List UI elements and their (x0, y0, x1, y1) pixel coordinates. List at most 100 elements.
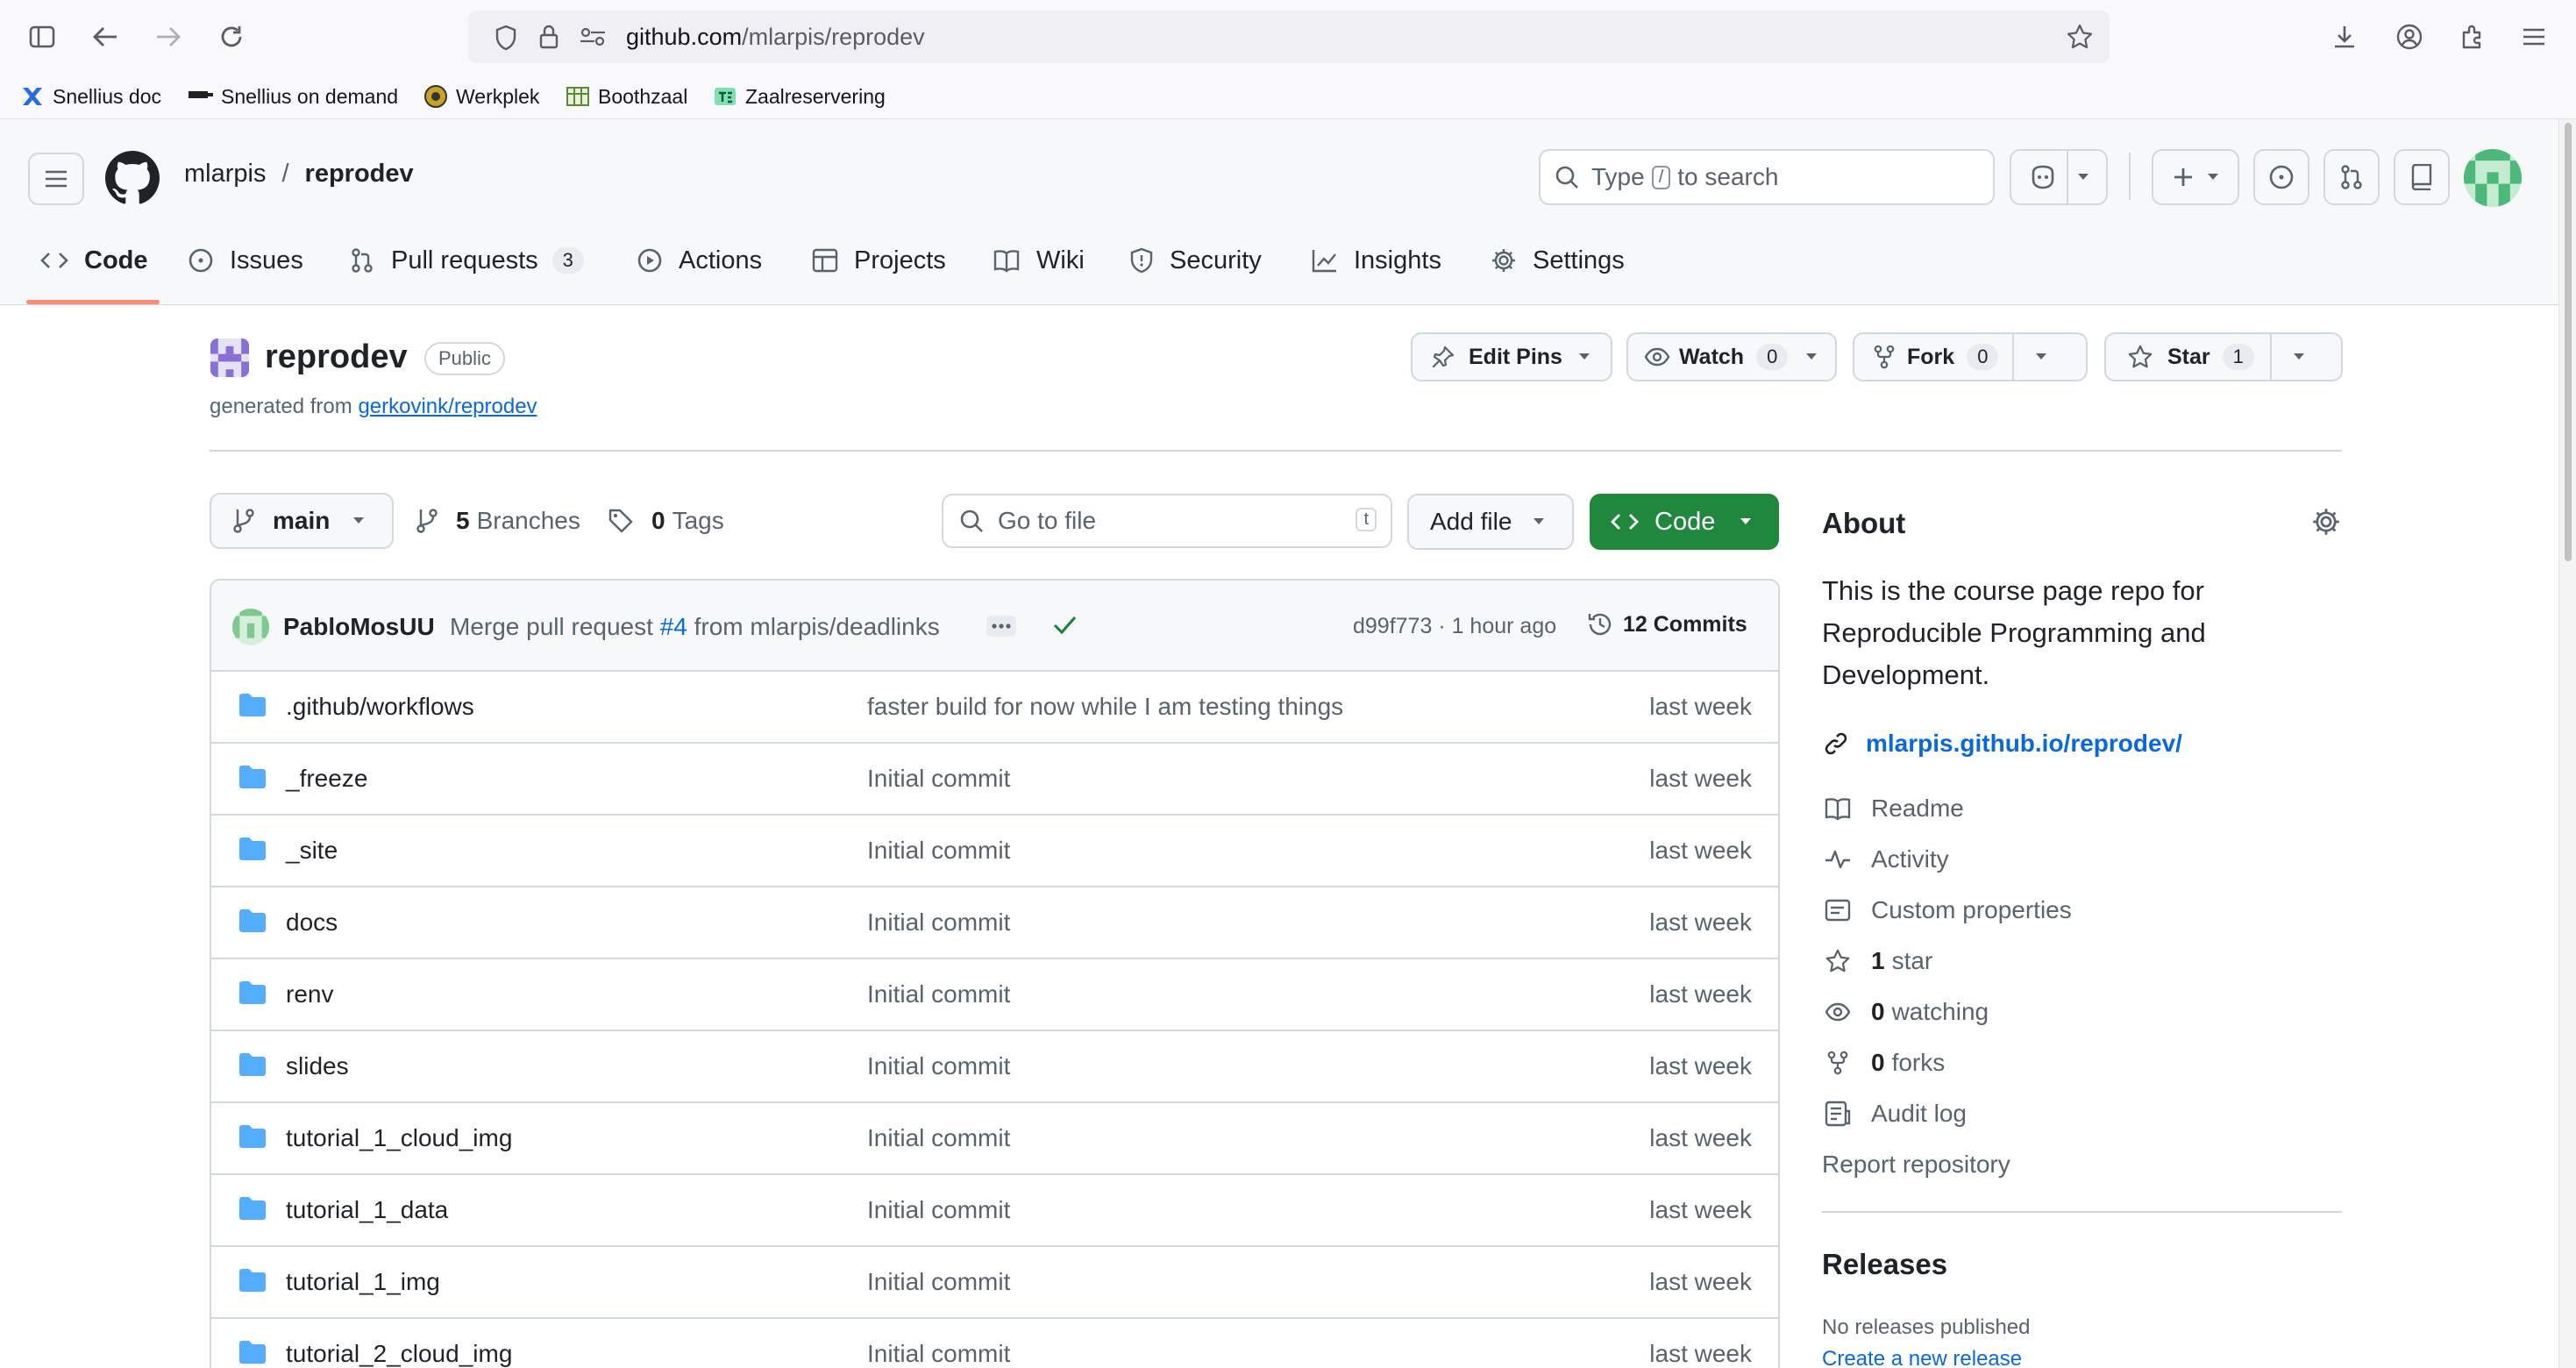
tags-link[interactable]: 0 Tags (608, 507, 724, 535)
tracking-shield-icon[interactable] (495, 25, 517, 51)
bookmark-boothzaal[interactable]: Boothzaal (565, 81, 687, 112)
file-commit-message-link[interactable]: Initial commit (867, 837, 1010, 865)
watchers-link[interactable]: 0 watching (1822, 998, 1989, 1026)
file-row[interactable]: .github/workflows faster build for now wh… (211, 672, 1778, 744)
user-avatar[interactable] (2464, 149, 2522, 207)
back-arrow-icon[interactable] (81, 12, 130, 61)
check-icon[interactable] (1051, 614, 1078, 637)
expand-commit-button[interactable] (986, 616, 1016, 637)
file-commit-message-link[interactable]: Initial commit (867, 1196, 1010, 1224)
issues-button[interactable] (2253, 149, 2309, 205)
tab-wiki[interactable]: Wiki (993, 240, 1085, 281)
tab-projects[interactable]: Projects (812, 240, 946, 281)
file-name-link[interactable]: tutorial_1_img (286, 1268, 440, 1296)
downloads-icon[interactable] (2320, 12, 2369, 61)
file-name-link[interactable]: _site (286, 837, 338, 865)
page-scrollbar[interactable] (2558, 119, 2576, 1368)
stars-link[interactable]: 1 star (1822, 947, 1932, 975)
custom-properties-link[interactable]: Custom properties (1822, 896, 2072, 924)
branches-link[interactable]: 5 Branches (416, 507, 580, 535)
activity-link[interactable]: Activity (1822, 845, 1949, 873)
bookmark-werkplek[interactable]: Werkplek (423, 81, 539, 112)
add-file-button[interactable]: Add file (1407, 494, 1574, 550)
scrollbar-thumb[interactable] (2565, 123, 2572, 561)
sidebar-toggle-icon[interactable] (18, 12, 67, 61)
bookmark-snellius-doc[interactable]: Snellius doc (19, 81, 161, 112)
file-commit-message-link[interactable]: Initial commit (867, 908, 1010, 937)
file-name-link[interactable]: slides (286, 1052, 349, 1080)
repo-title[interactable]: reprodev (265, 338, 408, 376)
template-source-link[interactable]: gerkovink/reprodev (358, 395, 537, 418)
bookmark-zaalreservering[interactable]: Zaalreservering (712, 81, 886, 112)
bookmark-star-icon[interactable] (2066, 23, 2094, 51)
file-row[interactable]: renv Initial commit last week (211, 959, 1778, 1031)
file-name-link[interactable]: tutorial_1_data (286, 1196, 448, 1224)
url-text[interactable]: github.com/mlarpis/reprodev (626, 24, 925, 51)
file-commit-message-link[interactable]: Initial commit (867, 1268, 1010, 1296)
report-repository-link[interactable]: Report repository (1822, 1151, 2010, 1179)
hamburger-menu-button[interactable] (28, 153, 84, 205)
file-commit-message-link[interactable]: Initial commit (867, 1340, 1010, 1368)
file-commit-message-link[interactable]: Initial commit (867, 1124, 1010, 1152)
about-settings-gear-icon[interactable] (2311, 507, 2341, 537)
file-name-link[interactable]: tutorial_1_cloud_img (286, 1124, 512, 1152)
edit-pins-button[interactable]: Edit Pins (1411, 332, 1612, 381)
file-commit-message-link[interactable]: Initial commit (867, 980, 1010, 1008)
url-bar[interactable]: github.com/mlarpis/reprodev (468, 11, 2110, 63)
file-row[interactable]: tutorial_1_cloud_img Initial commit last w… (211, 1103, 1778, 1175)
forward-arrow-icon[interactable] (144, 12, 193, 61)
homepage-link[interactable]: mlarpis.github.io/reprodev/ (1822, 730, 2182, 758)
file-row[interactable]: _site Initial commit last week (211, 816, 1778, 887)
star-button[interactable]: Star 1 (2104, 332, 2343, 381)
chevron-down-icon[interactable] (2293, 353, 2305, 361)
create-new-button[interactable] (2152, 149, 2239, 205)
file-name-link[interactable]: _freeze (286, 765, 367, 793)
tab-code[interactable]: Code (40, 240, 148, 281)
commit-message[interactable]: Merge pull request #4 from mlarpis/deadl… (450, 613, 940, 641)
file-row[interactable]: tutorial_2_cloud_img Initial commit last w… (211, 1319, 1778, 1368)
file-row[interactable]: tutorial_1_data Initial commit last week (211, 1175, 1778, 1247)
file-row[interactable]: docs Initial commit last week (211, 887, 1778, 959)
github-logo-icon[interactable] (105, 151, 160, 205)
readme-link[interactable]: Readme (1822, 794, 1964, 823)
watch-button[interactable]: Watch 0 (1626, 332, 1837, 381)
search-input[interactable]: Type / to search (1539, 149, 1995, 205)
file-commit-message-link[interactable]: Initial commit (867, 1052, 1010, 1080)
commit-pr-link[interactable]: #4 (660, 613, 687, 640)
create-release-link[interactable]: Create a new release (1822, 1347, 2022, 1368)
tab-issues[interactable]: Issues (188, 240, 303, 281)
file-name-link[interactable]: tutorial_2_cloud_img (286, 1340, 512, 1368)
file-name-link[interactable]: .github/workflows (286, 693, 474, 721)
audit-log-link[interactable]: Audit log (1822, 1100, 1967, 1128)
inbox-button[interactable] (2394, 149, 2450, 205)
tab-actions[interactable]: Actions (637, 240, 762, 281)
commits-history-link[interactable]: 12 Commits (1586, 610, 1747, 638)
tab-security[interactable]: Security (1129, 240, 1262, 281)
tab-insights[interactable]: Insights (1312, 240, 1441, 281)
file-commit-message-link[interactable]: Initial commit (867, 765, 1010, 793)
file-commit-message-link[interactable]: faster build for now while I am testing … (867, 693, 1343, 721)
lock-icon[interactable] (538, 24, 559, 50)
branch-selector-button[interactable]: main (210, 493, 394, 549)
fork-button[interactable]: Fork 0 (1853, 332, 2088, 381)
go-to-file-input[interactable]: Go to file t (942, 494, 1392, 548)
repo-owner-avatar[interactable] (210, 338, 249, 377)
tab-settings[interactable]: Settings (1491, 240, 1625, 281)
breadcrumb-owner-link[interactable]: mlarpis (184, 160, 266, 188)
commit-author-avatar[interactable] (232, 609, 269, 645)
app-menu-icon[interactable] (2509, 12, 2558, 61)
copilot-button[interactable] (2010, 149, 2108, 205)
file-name-link[interactable]: docs (286, 908, 338, 937)
pull-requests-button[interactable] (2323, 149, 2380, 205)
permissions-icon[interactable] (579, 26, 607, 47)
commit-author[interactable]: PabloMosUU (283, 613, 435, 641)
file-row[interactable]: slides Initial commit last week (211, 1031, 1778, 1103)
commit-hash-time[interactable]: d99f773 · 1 hour ago (1353, 614, 1556, 639)
code-button[interactable]: Code (1590, 494, 1779, 550)
file-row[interactable]: _freeze Initial commit last week (211, 744, 1778, 816)
chevron-down-icon[interactable] (1805, 353, 1818, 361)
extensions-icon[interactable] (2448, 12, 2497, 61)
chevron-down-icon[interactable] (2035, 353, 2047, 361)
forks-link[interactable]: 0 forks (1822, 1049, 1945, 1077)
file-name-link[interactable]: renv (286, 980, 333, 1008)
